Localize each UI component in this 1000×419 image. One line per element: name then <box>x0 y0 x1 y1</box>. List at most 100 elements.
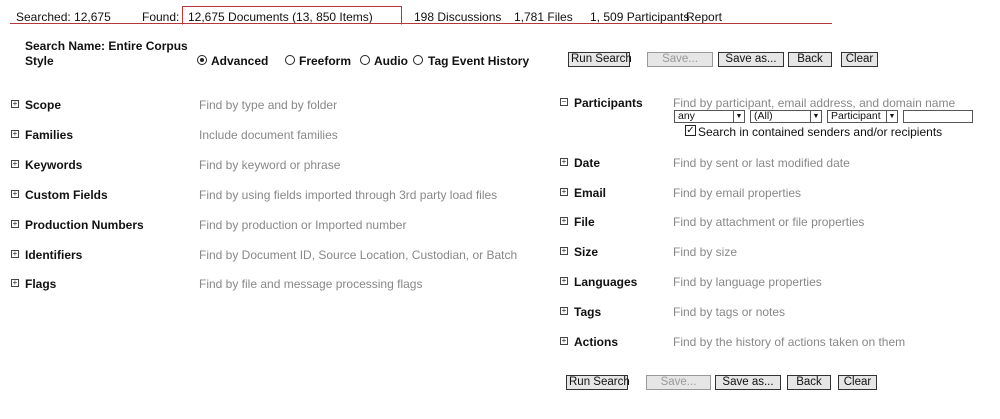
plus-box-icon[interactable]: + <box>11 100 19 108</box>
chevron-down-icon: ▼ <box>886 111 897 122</box>
section-email-desc: Find by email properties <box>673 186 802 200</box>
section-file-desc: Find by attachment or file properties <box>673 215 865 229</box>
section-file-label[interactable]: File <box>574 215 595 229</box>
section-languages[interactable]: + Languages Find by language properties <box>560 275 990 291</box>
radio-audio[interactable] <box>360 55 370 65</box>
section-production-numbers-desc: Find by production or Imported number <box>199 218 407 232</box>
plus-box-icon[interactable]: + <box>560 158 568 166</box>
contained-senders-checkbox[interactable]: ✓ <box>685 125 696 136</box>
section-date-label[interactable]: Date <box>574 156 600 170</box>
radio-tag-event-history-label[interactable]: Tag Event History <box>428 54 529 68</box>
search-name: Search Name: Entire Corpus <box>25 39 188 53</box>
section-custom-fields[interactable]: + Custom Fields Find by using fields imp… <box>11 188 531 204</box>
section-flags[interactable]: + Flags Find by file and message process… <box>11 277 531 293</box>
plus-box-icon[interactable]: + <box>11 130 19 138</box>
radio-audio-label[interactable]: Audio <box>374 54 408 68</box>
back-button[interactable]: Back <box>788 52 832 67</box>
section-participants-label[interactable]: Participants <box>574 96 643 110</box>
section-keywords-label[interactable]: Keywords <box>25 158 82 172</box>
participant-text-input[interactable] <box>903 110 973 123</box>
section-production-numbers[interactable]: + Production Numbers Find by production … <box>11 218 531 234</box>
radio-tag-event-history[interactable] <box>413 55 423 65</box>
plus-box-icon[interactable]: + <box>560 277 568 285</box>
section-email[interactable]: + Email Find by email properties <box>560 186 990 202</box>
section-keywords-desc: Find by keyword or phrase <box>199 158 341 172</box>
radio-freeform[interactable] <box>285 55 295 65</box>
section-custom-fields-label[interactable]: Custom Fields <box>25 188 108 202</box>
tab-participants[interactable]: 1, 509 Participants <box>590 10 689 24</box>
section-date-desc: Find by sent or last modified date <box>673 156 850 170</box>
participant-match-select[interactable]: any ▼ <box>674 110 745 123</box>
tab-found-documents-label: 12,675 Documents (13, 850 Items) <box>188 10 373 24</box>
section-tags-desc: Find by tags or notes <box>673 305 786 319</box>
plus-box-icon[interactable]: + <box>11 279 19 287</box>
section-families-desc: Include document families <box>199 128 338 142</box>
section-participants-desc: Find by participant, email address, and … <box>673 96 956 110</box>
section-size[interactable]: + Size Find by size <box>560 245 990 261</box>
section-tags[interactable]: + Tags Find by tags or notes <box>560 305 990 321</box>
participant-type-value: Participant <box>831 110 881 122</box>
back-button-bottom[interactable]: Back <box>787 375 831 390</box>
save-as-button-bottom[interactable]: Save as... <box>715 375 781 390</box>
section-families-label[interactable]: Families <box>25 128 73 142</box>
section-email-label[interactable]: Email <box>574 186 606 200</box>
section-flags-desc: Find by file and message processing flag… <box>199 277 423 291</box>
plus-box-icon[interactable]: + <box>11 250 19 258</box>
plus-box-icon[interactable]: + <box>11 220 19 228</box>
run-search-button[interactable]: Run Search <box>568 52 632 67</box>
section-scope-desc: Find by type and by folder <box>199 98 338 112</box>
save-as-button[interactable]: Save as... <box>718 52 784 67</box>
participant-scope-select[interactable]: (All) ▼ <box>750 110 822 123</box>
radio-advanced-label[interactable]: Advanced <box>211 54 268 68</box>
section-languages-label[interactable]: Languages <box>574 275 637 289</box>
section-production-numbers-label[interactable]: Production Numbers <box>25 218 144 232</box>
contained-senders-label[interactable]: Search in contained senders and/or recip… <box>698 125 942 139</box>
radio-freeform-label[interactable]: Freeform <box>299 54 351 68</box>
section-identifiers-label[interactable]: Identifiers <box>25 248 82 262</box>
section-tags-label[interactable]: Tags <box>574 305 601 319</box>
plus-box-icon[interactable]: + <box>560 337 568 345</box>
section-date[interactable]: + Date Find by sent or last modified dat… <box>560 156 990 172</box>
tab-files[interactable]: 1,781 Files <box>514 10 573 24</box>
tab-report[interactable]: Report <box>686 10 722 24</box>
section-identifiers-desc: Find by Document ID, Source Location, Cu… <box>199 248 518 262</box>
checkmark-icon: ✓ <box>686 125 695 136</box>
run-search-button-bottom[interactable]: Run Search <box>566 375 630 390</box>
result-tabs: Searched: 12,675 Found: 12,675 Documents… <box>10 6 832 25</box>
section-flags-label[interactable]: Flags <box>25 277 56 291</box>
section-actions-desc: Find by the history of actions taken on … <box>673 335 906 349</box>
section-families[interactable]: + Families Include document families <box>11 128 531 144</box>
section-size-label[interactable]: Size <box>574 245 598 259</box>
section-scope[interactable]: + Scope Find by type and by folder <box>11 98 531 114</box>
section-keywords[interactable]: + Keywords Find by keyword or phrase <box>11 158 531 174</box>
radio-advanced[interactable] <box>197 55 207 65</box>
chevron-down-icon: ▼ <box>733 111 744 122</box>
clear-button-bottom[interactable]: Clear <box>838 375 877 390</box>
section-actions[interactable]: + Actions Find by the history of actions… <box>560 335 990 351</box>
plus-box-icon[interactable]: + <box>560 307 568 315</box>
section-custom-fields-desc: Find by using fields imported through 3r… <box>199 188 498 202</box>
plus-box-icon[interactable]: + <box>11 190 19 198</box>
plus-box-icon[interactable]: + <box>11 160 19 168</box>
section-file[interactable]: + File Find by attachment or file proper… <box>560 215 990 231</box>
tab-discussions[interactable]: 198 Discussions <box>414 10 501 24</box>
section-scope-label[interactable]: Scope <box>25 98 61 112</box>
section-size-desc: Find by size <box>673 245 738 259</box>
style-label: Style <box>25 54 54 68</box>
chevron-down-icon: ▼ <box>810 111 821 122</box>
participant-match-value: any <box>678 110 695 122</box>
plus-box-icon[interactable]: + <box>560 217 568 225</box>
minus-box-icon[interactable]: − <box>560 98 568 106</box>
save-button-bottom[interactable]: Save... <box>646 375 711 390</box>
save-button[interactable]: Save... <box>647 52 713 67</box>
clear-button[interactable]: Clear <box>841 52 878 67</box>
tabs-underline <box>10 23 832 24</box>
found-label: Found: <box>142 10 180 24</box>
participant-scope-value: (All) <box>754 110 773 122</box>
section-actions-label[interactable]: Actions <box>574 335 618 349</box>
plus-box-icon[interactable]: + <box>560 247 568 255</box>
participant-type-select[interactable]: Participant ▼ <box>827 110 898 123</box>
tab-searched[interactable]: Searched: 12,675 <box>16 10 111 24</box>
plus-box-icon[interactable]: + <box>560 188 568 196</box>
section-identifiers[interactable]: + Identifiers Find by Document ID, Sourc… <box>11 248 531 264</box>
